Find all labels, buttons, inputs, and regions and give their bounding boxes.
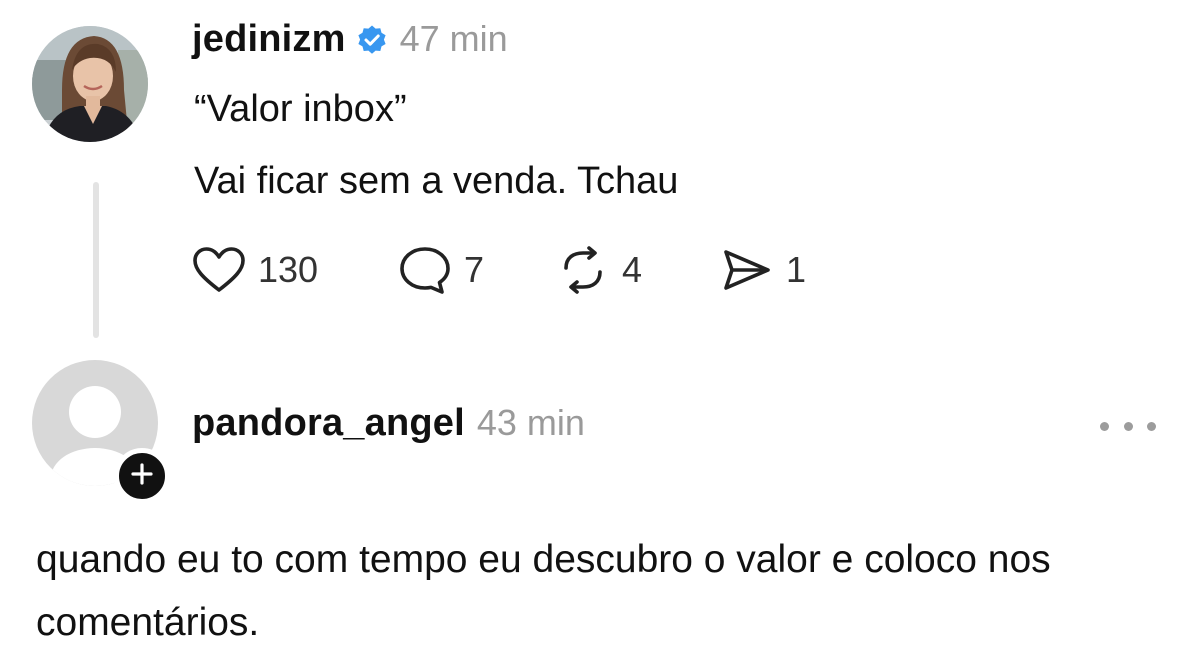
post-timestamp: 47 min <box>399 18 508 59</box>
send-icon <box>720 246 774 294</box>
like-button[interactable]: 130 <box>192 246 398 294</box>
thread-connector-line <box>93 182 99 338</box>
more-options-button[interactable] <box>1100 412 1156 440</box>
comment-icon <box>398 245 452 295</box>
reply-header: pandora_angel 43 min <box>192 402 585 445</box>
share-count: 1 <box>786 249 807 290</box>
verified-badge-icon <box>356 24 388 56</box>
reply-count: 7 <box>464 249 485 290</box>
reply-text: quando eu to com tempo eu descubro o val… <box>36 538 1051 644</box>
reply-username[interactable]: pandora_angel <box>192 402 465 445</box>
like-count: 130 <box>258 249 319 290</box>
thread-post: jedinizm 47 min “Valor inbox” Vai ficar … <box>0 0 1200 668</box>
post-text-line-2: Vai ficar sem a venda. Tchau <box>194 160 679 202</box>
repost-count: 4 <box>622 249 643 290</box>
heart-icon <box>192 246 246 294</box>
post-header: jedinizm 47 min <box>192 18 508 61</box>
repost-button[interactable]: 4 <box>556 246 720 294</box>
follow-button[interactable] <box>114 448 170 504</box>
plus-icon <box>130 462 154 491</box>
share-button[interactable]: 1 <box>720 246 806 294</box>
repost-icon <box>556 246 610 294</box>
author-avatar[interactable] <box>32 20 148 148</box>
author-username[interactable]: jedinizm <box>192 18 346 61</box>
post-actions-bar: 130 7 4 1 <box>192 244 806 296</box>
reply-button[interactable]: 7 <box>398 245 556 295</box>
post-text-line-1: “Valor inbox” <box>194 88 407 130</box>
reply-timestamp: 43 min <box>476 402 585 443</box>
more-dots-icon <box>1100 421 1156 431</box>
